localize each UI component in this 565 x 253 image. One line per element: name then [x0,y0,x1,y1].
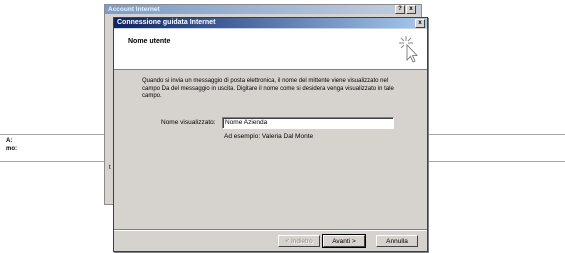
wizard-titlebar: Connessione guidata Internet [114,18,427,28]
help-button[interactable]: ? [395,5,405,14]
display-name-input[interactable] [222,117,394,129]
internet-connection-wizard: Connessione guidata Internet x Nome uten… [113,17,428,252]
close-button[interactable]: x [406,5,416,14]
wizard-header: Nome utente [114,29,427,70]
wizard-close-button[interactable]: x [415,19,425,28]
back-button[interactable]: < Indietro [278,235,320,247]
cancel-button[interactable]: Annulla [376,235,418,247]
wizard-sparkle-cursor-icon [399,36,418,63]
description-text: Quando si invia un messaggio di posta el… [142,78,394,99]
page-title: Nome utente [128,38,171,45]
next-button[interactable]: Avanti > [322,234,366,248]
back-window-fragment: t [109,165,111,171]
button-separator [114,229,427,231]
background-label-a: A: [6,138,13,144]
background-label-b: mo: [6,146,17,152]
display-name-label: Nome visualizzato: [161,119,216,126]
example-text: Ad esempio: Valeria Dal Monte [224,133,314,140]
internet-accounts-titlebar: Account Internet [105,5,421,14]
